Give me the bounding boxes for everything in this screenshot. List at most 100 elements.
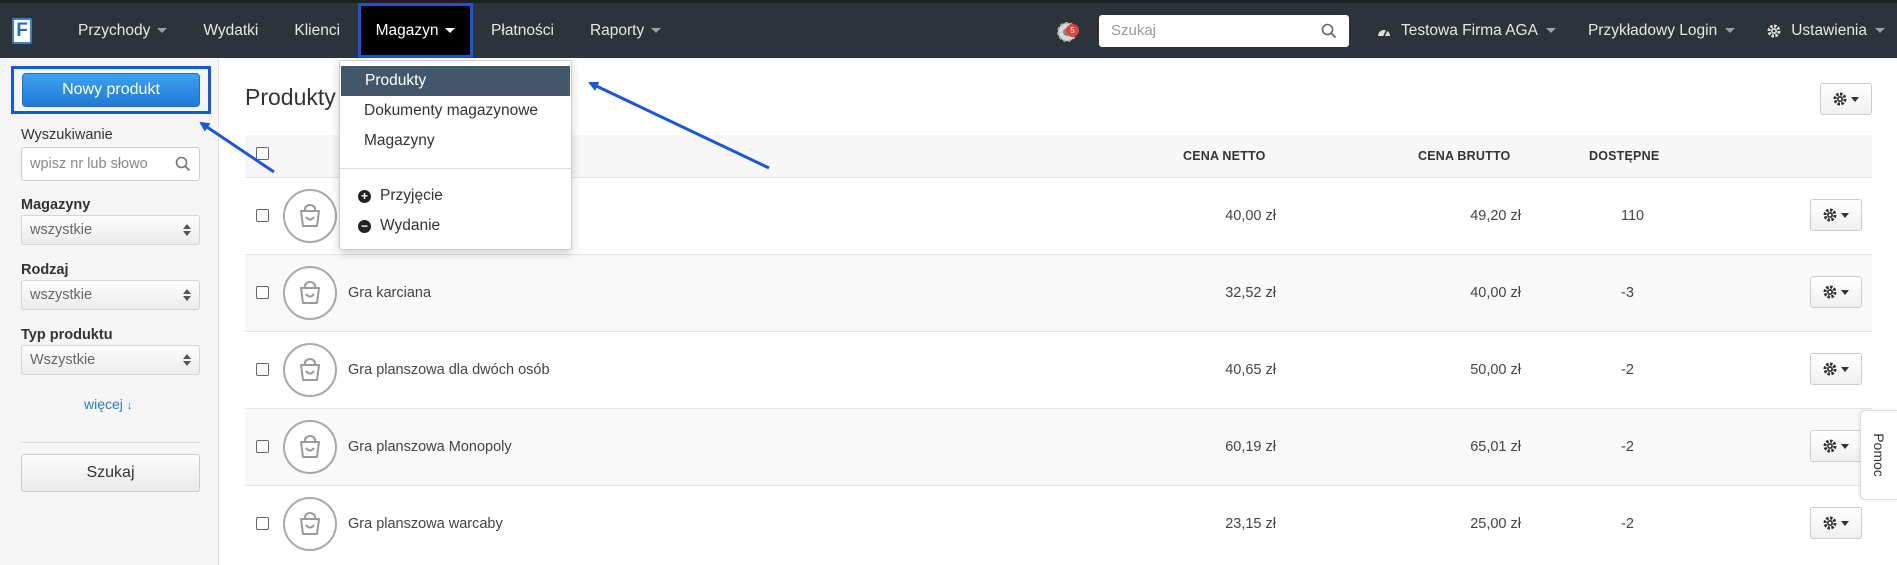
product-type-label: Typ produktu [21,327,113,343]
gear-icon [1767,24,1781,37]
shopping-bag-icon [300,435,320,458]
help-tab[interactable]: Pomoc [1860,410,1897,500]
filter-sidebar: Nowy produkt Wyszukiwanie Magazyny wszys… [0,58,219,565]
nav-item-label: Wydatki [203,21,259,39]
help-tab-label: Pomoc [1871,433,1888,477]
available-qty: 110 [1621,208,1645,224]
menu-item-produkty[interactable]: Produkty [341,66,570,96]
gear-icon [1823,208,1837,222]
page-actions-button[interactable] [1820,83,1872,115]
gear-icon [1833,92,1847,106]
chevron-down-icon [1841,212,1849,218]
global-search[interactable] [1098,14,1349,47]
available-qty: -2 [1621,516,1634,532]
select-arrows-icon [183,289,191,301]
search-label: Wyszukiwanie [21,127,113,143]
row-checkbox[interactable] [256,440,269,453]
gross-price: 50,00 zł [1470,362,1521,378]
notifications-button[interactable]: 5 [1055,18,1081,44]
available-qty: -2 [1621,439,1634,455]
menu-item-label: Wydanie [380,217,441,234]
row-checkbox[interactable] [256,517,269,530]
column-header-net: CENA NETTO [1183,149,1266,163]
row-actions-button[interactable] [1810,199,1862,231]
user-menu[interactable]: Przykładowy Login [1572,3,1751,58]
menu-item-magazyny[interactable]: Magazyny [340,126,571,156]
available-qty: -3 [1621,285,1634,301]
available-qty: -2 [1621,362,1634,378]
row-checkbox[interactable] [256,363,269,376]
chevron-down-icon [1725,28,1736,33]
shopping-bag-icon [300,204,320,227]
table-row[interactable]: Gra planszowa dla dwóch osób 40,65 zł 50… [245,331,1872,408]
sidebar-search-input[interactable] [30,156,175,172]
column-header-gross: CENA BRUTTO [1418,149,1511,163]
nav-item-przychody[interactable]: Przychody [60,3,185,58]
search-icon[interactable] [1321,23,1337,39]
nav-item-magazyn[interactable]: Magazyn [358,3,474,58]
gear-icon [1823,285,1837,299]
row-checkbox[interactable] [256,286,269,299]
table-row[interactable]: Gra planszowa warcaby 23,15 zł 25,00 zł … [245,485,1872,562]
select-all-checkbox[interactable] [256,147,269,160]
app-logo[interactable]: F [12,17,32,44]
user-login: Przykładowy Login [1587,21,1718,39]
menu-item-przyjecie[interactable]: + Przyjęcie [340,181,571,211]
chevron-down-icon [1875,28,1885,33]
product-type-select[interactable]: Wszystkie [21,345,200,375]
product-image [283,420,337,474]
row-checkbox[interactable] [256,209,269,222]
table-row[interactable]: Gra karciana 32,52 zł 40,00 zł -3 [245,254,1872,331]
sidebar-search[interactable] [21,147,200,181]
nav-item-klienci[interactable]: Klienci [276,3,358,58]
kind-value: wszystkie [30,287,93,303]
product-name[interactable]: Gra planszowa warcaby [348,516,503,532]
nav-item-label: Klienci [294,21,341,39]
menu-item-dokumenty-magazynowe[interactable]: Dokumenty magazynowe [340,96,571,126]
column-header-available: DOSTĘPNE [1589,149,1660,163]
search-button[interactable]: Szukaj [21,454,200,492]
row-actions-button[interactable] [1810,276,1862,308]
net-price: 60,19 zł [1225,439,1276,455]
divider [21,442,200,443]
product-type-value: Wszystkie [30,352,96,368]
magazyn-dropdown-menu: Produkty Dokumenty magazynowe Magazyny +… [339,60,572,250]
product-name[interactable]: Gra planszowa dla dwóch osób [348,362,550,378]
product-image [283,497,337,551]
chevron-down-icon [1841,366,1849,372]
nav-item-platnosci[interactable]: Płatności [473,3,572,58]
row-actions-button[interactable] [1810,353,1862,385]
row-actions-button[interactable] [1810,430,1862,462]
nav-item-label: Przychody [78,21,151,39]
nav-item-wydatki[interactable]: Wydatki [185,3,276,58]
nav-item-label: Magazyn [375,21,439,39]
nav-item-raporty[interactable]: Raporty [572,3,679,58]
product-name[interactable]: Gra planszowa Monopoly [348,439,512,455]
table-row[interactable]: Gra planszowa Monopoly 60,19 zł 65,01 zł… [245,408,1872,485]
product-image [283,343,337,397]
gross-price: 49,20 zł [1470,208,1521,224]
notification-badge: 5 [1065,23,1079,37]
net-price: 32,52 zł [1225,285,1276,301]
chevron-down-icon [1545,28,1556,33]
search-icon[interactable] [175,156,191,172]
new-product-button[interactable]: Nowy produkt [22,73,200,107]
warehouses-select[interactable]: wszystkie [21,215,200,245]
more-filters-link[interactable]: więcej ↓ [84,396,133,412]
kind-select[interactable]: wszystkie [21,280,200,310]
settings-menu[interactable]: Ustawienia [1751,3,1897,58]
gear-icon [1823,362,1837,376]
global-search-input[interactable] [1110,22,1321,39]
chevron-down-icon [157,28,168,33]
select-arrows-icon [183,354,191,366]
company-menu[interactable]: Testowa Firma AGA [1361,3,1572,58]
gear-icon [1823,516,1837,530]
warehouses-label: Magazyny [21,197,91,213]
kind-label: Rodzaj [21,262,69,278]
product-image [283,189,337,243]
shopping-bag-icon [300,358,320,381]
product-name[interactable]: Gra karciana [348,285,431,301]
net-price: 23,15 zł [1225,516,1276,532]
row-actions-button[interactable] [1810,507,1862,539]
menu-item-wydanie[interactable]: − Wydanie [340,211,571,241]
